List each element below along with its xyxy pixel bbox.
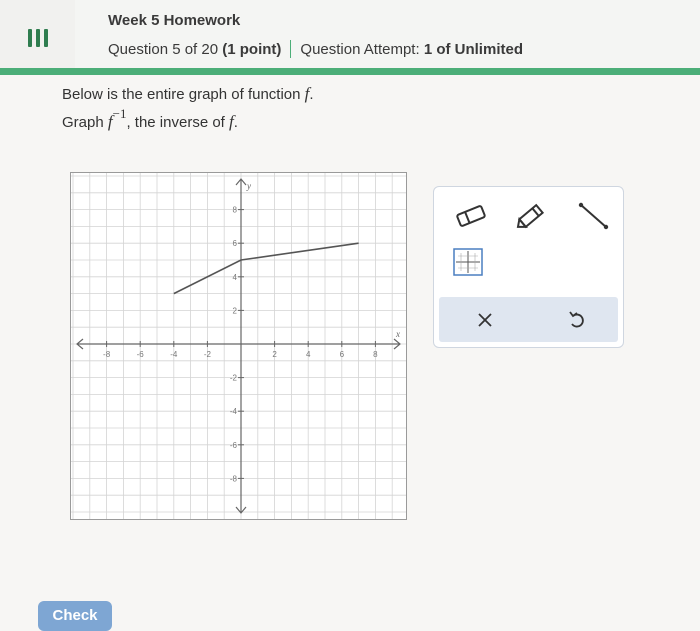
x-tick-label: -6 [137,350,145,359]
x-tick-label: -8 [103,350,111,359]
function-f-graph [173,242,359,295]
punctuation: . [309,86,314,103]
assignment-title: Week 5 Homework [108,12,241,29]
instruction-text: Graph [62,114,104,131]
y-tick-label: 2 [233,306,238,315]
question-line-1: Below is the entire graph of function f. [62,84,314,104]
top-header: Week 5 Homework Question 5 of 20 (1 poin… [0,0,700,75]
question-text: Below is the entire graph of function [62,86,301,103]
tool-actions-bar [439,297,618,342]
pencil-icon[interactable] [514,201,548,231]
y-tick-label: -4 [230,407,238,416]
hamburger-menu-icon [27,28,48,47]
assignment-info: Week 5 Homework Question 5 of 20 (1 poin… [75,0,700,75]
x-tick-label: -4 [170,350,178,359]
graph-grid-icon[interactable] [452,247,484,277]
x-tick-label: 8 [373,350,378,359]
question-progress: Question 5 of 20 [108,41,219,58]
attempt-label: Question Attempt: [300,41,420,58]
x-tick-label: -2 [204,350,212,359]
separator [290,40,292,58]
y-axis-label: y [246,181,251,191]
check-button[interactable]: Check [38,601,112,631]
instruction-text-mid: , the inverse of [126,114,225,131]
graph-canvas[interactable]: x y -8 -6 -4 -2 2 4 6 8 8 6 4 2 -2 -4 -6 -8 [70,172,407,520]
inverse-exponent: −1 [112,106,127,121]
attempt-value: 1 of Unlimited [423,41,523,58]
y-tick-label: -6 [230,441,238,450]
header-accent-bar [0,68,700,75]
close-icon[interactable] [472,307,498,333]
coordinate-plane[interactable]: x y -8 -6 -4 -2 2 4 6 8 8 6 4 2 -2 -4 -6 -8 [71,173,406,519]
question-line-2: Graph f−1, the inverse of f. [62,106,238,132]
x-tick-label: 2 [272,350,277,359]
undo-icon[interactable] [564,307,590,333]
y-tick-label: 6 [233,239,238,248]
y-tick-label: -2 [230,374,238,383]
eraser-icon[interactable] [454,203,488,229]
y-tick-label: 8 [233,206,238,215]
y-tick-label: 4 [233,273,238,282]
line-segment-icon[interactable] [577,201,611,231]
menu-button[interactable] [0,0,75,75]
question-points: (1 point) [222,41,282,58]
x-tick-label: 4 [306,350,311,359]
drawing-tools-panel [433,186,624,348]
y-tick-label: -8 [230,474,238,483]
question-meta: Question 5 of 20 (1 point) Question Attem… [108,40,523,58]
punctuation: . [233,114,238,131]
x-axis-label: x [395,329,400,339]
inverse-function-symbol: f [107,112,113,131]
x-tick-label: 6 [340,350,345,359]
